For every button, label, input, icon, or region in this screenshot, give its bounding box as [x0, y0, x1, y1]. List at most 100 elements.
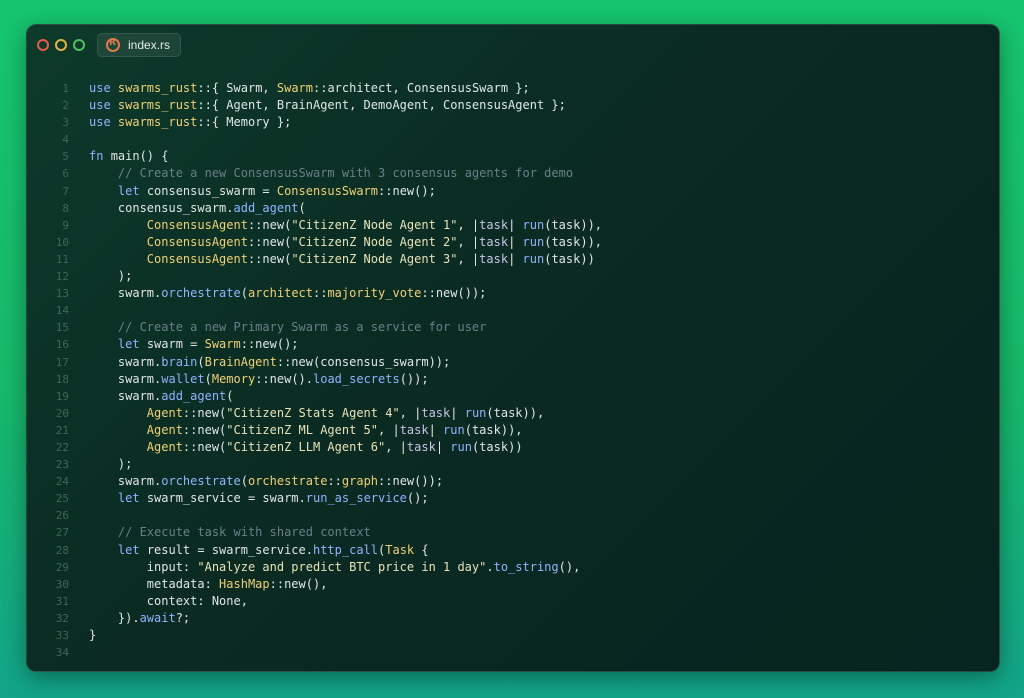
code-text: let result = swarm_service.http_call(Tas… — [89, 542, 429, 559]
minimize-window-button[interactable] — [55, 39, 67, 51]
code-token: "CitizenZ Node Agent 2" — [291, 234, 458, 249]
code-token: HashMap — [219, 576, 270, 591]
code-token: let — [117, 183, 147, 198]
rust-icon — [106, 38, 120, 52]
line-number: 19 — [55, 389, 69, 403]
line-number: 22 — [55, 440, 69, 454]
code-token: use — [89, 115, 118, 130]
code-line: 20 Agent::new("CitizenZ Stats Agent 4", … — [41, 405, 981, 422]
line-number: 2 — [62, 99, 69, 113]
code-token: ()); — [399, 371, 429, 386]
code-token: input: — [89, 559, 198, 574]
code-text: let swarm_service = swarm.run_as_service… — [89, 490, 429, 507]
line-number: 16 — [55, 338, 69, 352]
code-token: ::new( — [247, 234, 292, 249]
code-text: let consensus_swarm = ConsensusSwarm::ne… — [89, 183, 436, 200]
code-token: Memory — [211, 371, 256, 386]
code-text: use swarms_rust::{ Agent, BrainAgent, De… — [89, 97, 566, 114]
line-number: 32 — [55, 611, 69, 625]
code-token: | — [508, 234, 523, 249]
code-token: ::{ Agent, BrainAgent, DemoAgent, Consen… — [197, 98, 566, 113]
code-text: ); — [89, 268, 132, 285]
line-number: 3 — [62, 116, 69, 130]
code-line: 16 let swarm = Swarm::new(); — [41, 336, 981, 353]
code-text: Agent::new("CitizenZ ML Agent 5", |task|… — [89, 422, 523, 439]
code-token: graph — [341, 474, 379, 489]
line-number: 25 — [55, 492, 69, 506]
code-token: // Execute task with shared context — [117, 525, 371, 540]
code-token: ::new(); — [240, 337, 299, 352]
close-window-button[interactable] — [37, 39, 49, 51]
code-token: majority_vote — [327, 286, 422, 301]
code-token: (); — [406, 491, 429, 506]
code-line: 6 // Create a new ConsensusSwarm with 3 … — [41, 165, 981, 182]
code-token: (task)), — [464, 422, 523, 437]
code-token: let — [117, 491, 147, 506]
maximize-window-button[interactable] — [73, 39, 85, 51]
line-number: 20 — [55, 406, 69, 420]
code-token: ( — [298, 200, 306, 215]
file-tab[interactable]: index.rs — [97, 33, 181, 57]
code-token: BrainAgent — [204, 354, 277, 369]
code-line: 13 swarm.orchestrate(architect::majority… — [41, 285, 981, 302]
line-number: 14 — [55, 304, 69, 318]
code-token: swarm = — [146, 337, 205, 352]
code-token: { — [414, 542, 429, 557]
code-token: task — [406, 439, 436, 454]
code-token: :: — [313, 286, 328, 301]
line-number: 26 — [55, 509, 69, 523]
code-line: 14 — [41, 302, 981, 319]
code-token: ::{ Memory }; — [197, 115, 292, 130]
code-token: task — [421, 405, 451, 420]
code-token: metadata: — [89, 576, 220, 591]
code-token: | — [508, 251, 523, 266]
code-token: ::new(). — [255, 371, 313, 386]
code-token: wallet — [161, 371, 205, 386]
code-token: Swarm — [276, 81, 313, 95]
code-line: 9 ConsensusAgent::new("CitizenZ Node Age… — [41, 217, 981, 234]
code-token: run — [522, 234, 545, 249]
code-token: add_agent — [161, 388, 227, 403]
code-token: orchestrate — [161, 286, 241, 301]
line-number: 15 — [55, 321, 69, 335]
code-token: consensus_swarm = — [146, 183, 277, 198]
code-token: , | — [385, 439, 407, 454]
code-line: 17 swarm.brain(BrainAgent::new(consensus… — [41, 354, 981, 371]
code-text: // Create a new ConsensusSwarm with 3 co… — [89, 165, 573, 182]
code-token: (task)) — [544, 251, 595, 266]
code-text: swarm.add_agent( — [89, 388, 234, 405]
code-text: fn main() { — [89, 148, 168, 165]
line-number: 29 — [55, 560, 69, 574]
code-token: ( — [240, 286, 248, 301]
code-token: ::new(); — [378, 183, 436, 198]
line-number: 13 — [55, 287, 69, 301]
code-text: use swarms_rust::{ Memory }; — [89, 114, 291, 131]
line-number: 10 — [55, 235, 69, 249]
code-text: }).await?; — [89, 610, 190, 627]
line-number: 12 — [55, 270, 69, 284]
code-token: Agent — [146, 405, 183, 420]
code-token: }). — [89, 610, 140, 625]
line-number: 8 — [62, 201, 69, 215]
code-token: "Analyze and predict BTC price in 1 day" — [197, 559, 487, 574]
code-line: 21 Agent::new("CitizenZ ML Agent 5", |ta… — [41, 422, 981, 439]
code-token: // Create a new ConsensusSwarm with 3 co… — [117, 166, 574, 181]
code-line: 11 ConsensusAgent::new("CitizenZ Node Ag… — [41, 251, 981, 268]
code-text: swarm.orchestrate(architect::majority_vo… — [89, 285, 487, 302]
code-text: swarm.orchestrate(orchestrate::graph::ne… — [89, 473, 443, 490]
code-line: 2 use swarms_rust::{ Agent, BrainAgent, D… — [41, 97, 981, 114]
code-token: use — [89, 81, 118, 95]
code-editor[interactable]: 1 use swarms_rust::{ Swarm, Swarm::archit… — [41, 80, 981, 661]
line-number: 24 — [55, 475, 69, 489]
code-token: swarms_rust — [117, 81, 198, 95]
line-number: 11 — [55, 252, 69, 266]
code-text: context: None, — [89, 593, 248, 610]
code-token: ::architect, ConsensusSwarm }; — [313, 81, 530, 95]
code-token: let — [117, 542, 147, 557]
code-text: // Execute task with shared context — [89, 524, 371, 541]
code-line: 1 use swarms_rust::{ Swarm, Swarm::archit… — [41, 80, 981, 97]
